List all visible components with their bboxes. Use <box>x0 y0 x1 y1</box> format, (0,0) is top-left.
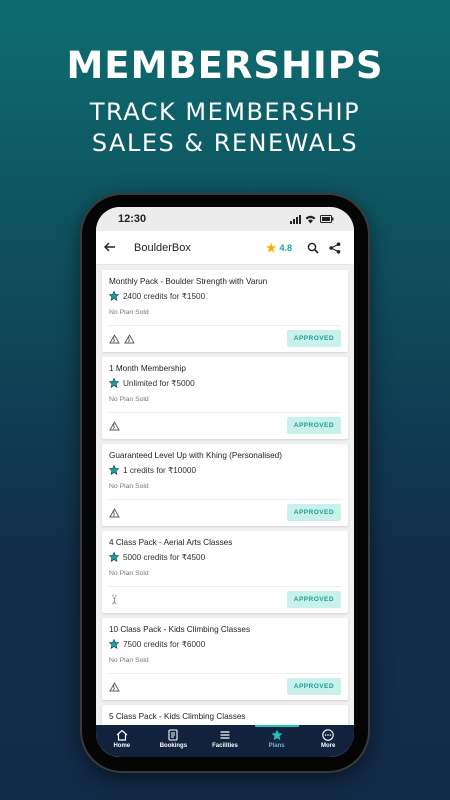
plan-credit-text: 2400 credits for ₹1500 <box>123 292 206 301</box>
card-footer: APPROVED <box>109 677 341 695</box>
status-badge: APPROVED <box>286 677 341 695</box>
hero-subtitle-line-1: TRACK MEMBERSHIP <box>89 98 361 126</box>
aerial-icon <box>112 594 117 605</box>
plan-title: 1 Month Membership <box>109 364 186 373</box>
credit-star-icon <box>109 291 119 301</box>
status-badge: APPROVED <box>286 416 341 434</box>
rating-badge[interactable]: ★ 4.8 <box>266 241 292 255</box>
activity-icons <box>109 333 135 344</box>
search-icon[interactable] <box>302 242 324 254</box>
card-divider <box>109 673 341 674</box>
activity-icons <box>109 507 120 518</box>
status-icons <box>290 214 334 224</box>
card-footer: APPROVED <box>109 503 341 521</box>
back-arrow-icon[interactable] <box>104 239 126 256</box>
plan-card[interactable]: 1 Month Membership Unlimited for ₹5000 N… <box>102 357 348 439</box>
status-time: 12:30 <box>118 213 147 225</box>
plan-card[interactable]: Guaranteed Level Up with Khing (Personal… <box>102 444 348 526</box>
credit-star-icon <box>109 639 119 649</box>
climbing-icon <box>109 333 120 343</box>
plan-credit-row: 2400 credits for ₹1500 <box>109 291 341 301</box>
card-divider <box>109 412 341 413</box>
nav-item-home[interactable]: Home <box>97 729 147 749</box>
card-footer: APPROVED <box>109 416 341 434</box>
share-icon[interactable] <box>324 241 346 254</box>
bookings-icon <box>167 729 179 741</box>
plan-credit-text: Unlimited for ₹5000 <box>123 379 195 388</box>
plan-title: Monthly Pack - Boulder Strength with Var… <box>109 277 268 286</box>
card-footer: APPROVED <box>109 329 341 347</box>
nav-item-more[interactable]: More <box>303 729 353 749</box>
card-divider <box>109 586 341 587</box>
plan-credit-text: 1 credits for ₹10000 <box>123 466 197 475</box>
plan-title: Guaranteed Level Up with Khing (Personal… <box>109 451 282 460</box>
nav-item-plans[interactable]: Plans <box>252 725 302 749</box>
nav-label-more: More <box>321 743 336 749</box>
status-badge: APPROVED <box>286 329 341 347</box>
status-bar: 12:30 <box>96 207 354 231</box>
battery-icon <box>320 215 334 223</box>
plan-sold-text: No Plan Sold <box>109 657 149 664</box>
activity-icons <box>109 420 120 431</box>
nav-item-bookings[interactable]: Bookings <box>148 729 198 749</box>
menu-icon <box>219 729 231 741</box>
plans-list[interactable]: Monthly Pack - Boulder Strength with Var… <box>96 270 354 757</box>
studio-name: BoulderBox <box>134 241 191 254</box>
credit-star-icon <box>109 552 119 562</box>
nav-item-facilities[interactable]: Facilities <box>200 729 250 749</box>
card-footer: APPROVED <box>109 590 341 608</box>
phone-screen: 12:30 BoulderBox ★ 4.8 Monthly Pack - Bo… <box>96 207 354 757</box>
status-badge: APPROVED <box>286 503 341 521</box>
plan-sold-text: No Plan Sold <box>109 483 149 490</box>
plan-credit-text: 7500 credits for ₹6000 <box>123 640 206 649</box>
plan-credit-row: 1 credits for ₹10000 <box>109 465 341 475</box>
plan-credit-row: Unlimited for ₹5000 <box>109 378 341 388</box>
plan-title: 10 Class Pack - Kids Climbing Classes <box>109 625 251 634</box>
climbing-icon <box>124 333 135 343</box>
plan-card[interactable]: 10 Class Pack - Kids Climbing Classes 75… <box>102 618 348 700</box>
plan-title: 5 Class Pack - Kids Climbing Classes <box>109 712 246 721</box>
nav-label-bookings: Bookings <box>159 743 188 749</box>
home-icon <box>116 729 128 741</box>
activity-icons <box>109 681 120 692</box>
more-icon <box>322 729 334 741</box>
card-divider <box>109 325 341 326</box>
active-tab-indicator <box>254 725 299 727</box>
plan-title: 4 Class Pack - Aerial Arts Classes <box>109 538 233 547</box>
credit-star-icon <box>109 378 119 388</box>
card-divider <box>109 499 341 500</box>
signal-icon <box>290 214 301 224</box>
hero-subtitle: TRACK MEMBERSHIP SALES & RENEWALS <box>0 97 450 159</box>
plan-sold-text: No Plan Sold <box>109 396 149 403</box>
hero-subtitle-line-2: SALES & RENEWALS <box>91 129 359 157</box>
credit-star-icon <box>109 465 119 475</box>
activity-icons <box>109 594 120 605</box>
plan-sold-text: No Plan Sold <box>109 570 149 577</box>
status-badge: APPROVED <box>286 590 341 608</box>
plan-sold-text: No Plan Sold <box>109 309 149 316</box>
plan-card[interactable]: 4 Class Pack - Aerial Arts Classes 5000 … <box>102 531 348 613</box>
nav-label-home: Home <box>113 743 131 749</box>
wifi-icon <box>305 215 316 223</box>
climbing-icon <box>109 681 120 691</box>
nav-label-plans: Plans <box>268 743 285 749</box>
plan-credit-text: 5000 credits for ₹4500 <box>123 553 206 562</box>
rating-value: 4.8 <box>279 242 292 253</box>
plan-card[interactable]: Monthly Pack - Boulder Strength with Var… <box>102 270 348 352</box>
hero-title: MEMBERSHIPS <box>66 44 384 87</box>
app-bar: BoulderBox ★ 4.8 <box>96 231 354 265</box>
climbing-icon <box>109 507 120 517</box>
plan-credit-row: 5000 credits for ₹4500 <box>109 552 341 562</box>
bottom-navigation: Home Bookings Facilities Plans More <box>96 725 354 757</box>
star-icon <box>271 729 283 741</box>
star-icon: ★ <box>265 240 277 255</box>
climbing-icon <box>109 420 120 430</box>
plan-credit-row: 7500 credits for ₹6000 <box>109 639 341 649</box>
nav-label-facilities: Facilities <box>212 743 238 749</box>
